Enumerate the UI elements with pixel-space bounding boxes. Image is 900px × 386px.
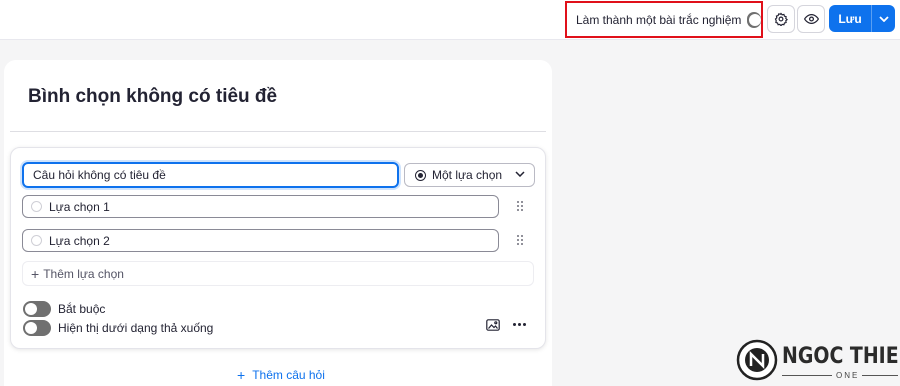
watermark-logo: NGOC THIEN ONE [736,339,900,386]
question-type-select[interactable]: Một lựa chọn [404,163,535,187]
dropdown-setting: Hiện thị dưới dạng thả xuống [23,320,213,336]
option-input-1[interactable]: Lựa chọn 1 [22,195,499,218]
save-button[interactable]: Lưu [829,5,871,32]
plus-icon: + [31,265,40,282]
watermark-sub: ONE [836,371,860,380]
preview-button[interactable] [797,5,825,33]
top-bar: Làm thành một bài trắc nghiệm Lưu [0,0,900,40]
poll-title[interactable]: Bình chọn không có tiêu đề [28,86,277,108]
dropdown-label: Hiện thị dưới dạng thả xuống [58,321,214,335]
add-option-button[interactable]: + Thêm lựa chọn [22,261,534,286]
drag-handle-icon[interactable] [517,235,525,247]
watermark-line [862,375,898,376]
divider [10,131,546,132]
add-question-label: Thêm câu hỏi [252,368,325,382]
required-label: Bắt buộc [58,302,106,316]
drag-handle-icon[interactable] [517,201,525,213]
required-toggle[interactable] [23,301,51,317]
option-radio-icon [31,235,42,246]
add-option-label: Thêm lựa chọn [43,266,124,281]
option-label: Lựa chọn 2 [49,233,110,248]
logo-seal-icon [736,339,778,381]
option-input-2[interactable]: Lựa chọn 2 [22,229,499,252]
quiz-toggle-label: Làm thành một bài trắc nghiệm [576,12,742,27]
question-type-value: Một lựa chọn [432,168,503,182]
toggle-knob [25,303,37,315]
toggle-knob [749,13,762,26]
watermark-line [782,375,832,376]
eye-icon [803,13,819,25]
watermark-name: NGOC THIEN [782,344,900,369]
toggle-knob [25,322,37,334]
chevron-down-icon [515,171,525,177]
single-choice-icon [415,169,426,181]
quiz-toggle[interactable] [747,11,762,28]
question-card: Câu hỏi không có tiêu đề Một lựa chọn Lự… [10,147,546,349]
chevron-down-icon [878,15,889,22]
save-group: Lưu [829,5,895,32]
add-question-button[interactable]: + Thêm câu hỏi [237,367,325,383]
required-setting: Bắt buộc [23,301,105,317]
option-radio-icon [31,201,42,212]
save-options-button[interactable] [871,5,895,32]
settings-button[interactable] [767,5,795,33]
question-input[interactable]: Câu hỏi không có tiêu đề [22,162,399,188]
poll-card: Bình chọn không có tiêu đề Câu hỏi không… [4,60,552,386]
quiz-toggle-highlight: Làm thành một bài trắc nghiệm [565,1,763,38]
image-icon[interactable] [486,319,500,331]
plus-icon: + [237,367,246,383]
more-icon[interactable] [513,323,526,326]
dropdown-toggle[interactable] [23,320,51,336]
option-label: Lựa chọn 1 [49,199,110,214]
gear-icon [774,12,788,26]
